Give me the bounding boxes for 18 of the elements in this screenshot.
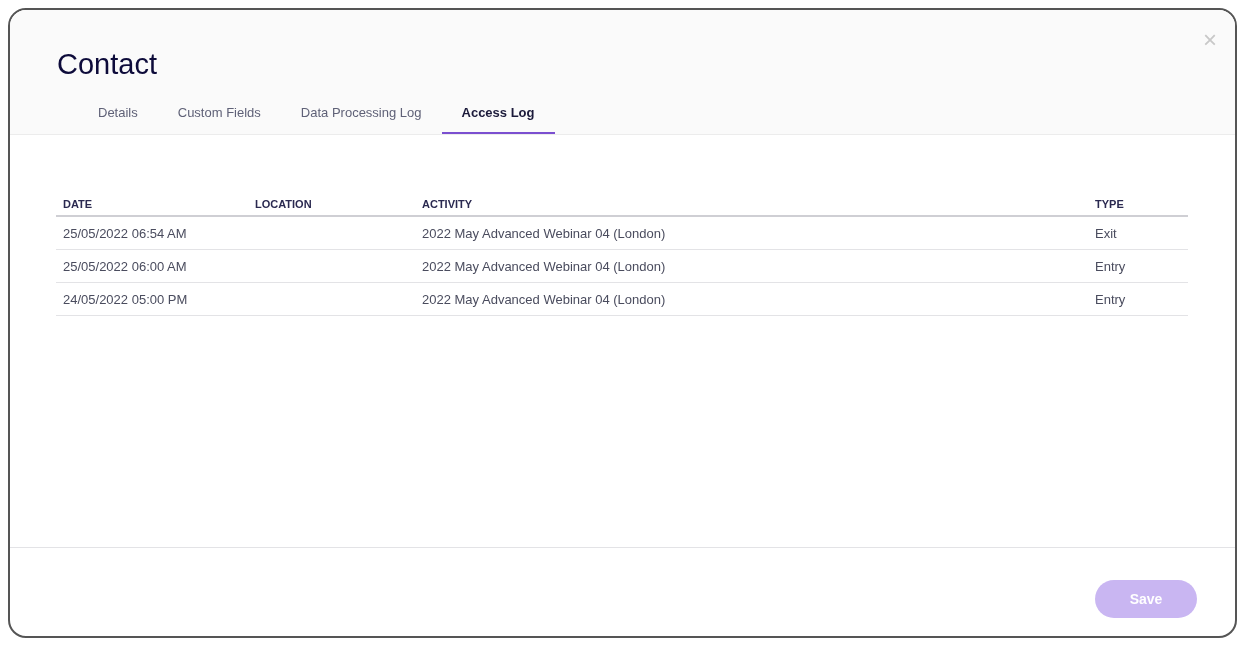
column-header: LOCATION [255,197,312,210]
table-cell: 24/05/2022 05:00 PM [63,291,188,307]
column-header: ACTIVITY [422,197,473,210]
tab[interactable]: Data Processing Log [280,101,442,134]
table-cell: Entry [1095,291,1126,307]
tab[interactable]: Custom Fields [157,101,281,134]
dialog-title: Contact [57,48,157,80]
column-header: DATE [63,197,93,210]
table-cell: 2022 May Advanced Webinar 04 (London) [422,291,666,307]
table-cell: 2022 May Advanced Webinar 04 (London) [422,258,666,274]
column-header: TYPE [1095,197,1124,210]
table-cell: Exit [1095,225,1117,241]
table-cell: 2022 May Advanced Webinar 04 (London) [422,225,666,241]
table-cell: Entry [1095,258,1126,274]
tab[interactable]: Details [78,101,158,134]
table-cell: 25/05/2022 06:54 AM [63,225,187,241]
tab[interactable]: Access Log [441,101,555,134]
table-cell: 25/05/2022 06:00 AM [63,258,187,274]
